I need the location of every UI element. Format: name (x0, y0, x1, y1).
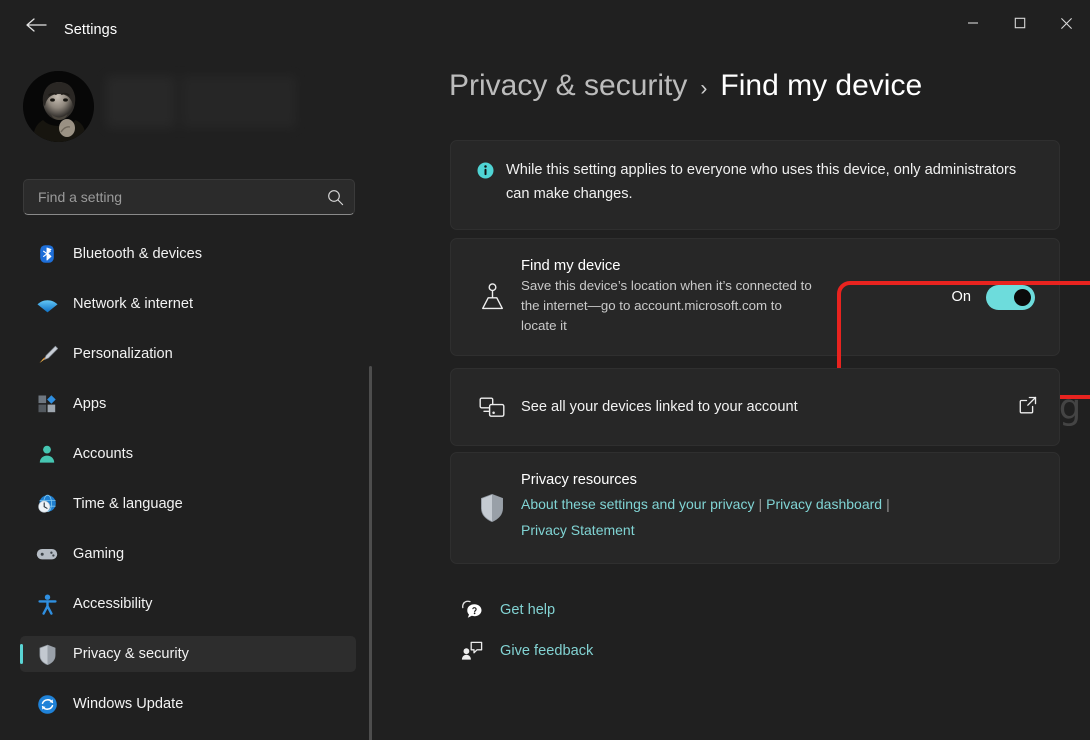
linked-devices-label: See all your devices linked to your acco… (521, 399, 798, 415)
sidebar-item-label: Accessibility (73, 596, 153, 612)
bluetooth-icon (30, 244, 64, 264)
find-my-device-card[interactable]: Find my device Save this device’s locati… (450, 238, 1060, 356)
privacy-link-dashboard[interactable]: Privacy dashboard (766, 496, 882, 512)
user-avatar-image (23, 71, 94, 142)
gamepad-icon (30, 546, 64, 562)
external-link-icon[interactable] (1019, 396, 1037, 419)
find-my-device-toggle[interactable] (986, 284, 1035, 310)
linked-devices-card[interactable]: See all your devices linked to your acco… (450, 368, 1060, 446)
shield-icon (30, 644, 64, 665)
sidebar-item-label: Windows Update (73, 696, 184, 712)
sidebar-item-label: Time & language (73, 496, 183, 512)
account-name-redacted (106, 76, 296, 128)
info-icon (477, 159, 499, 206)
sidebar-item-label: Apps (73, 396, 107, 412)
minimize-icon (967, 22, 978, 24)
find-my-device-description: Save this device’s location when it’s co… (521, 277, 812, 334)
find-my-device-title: Find my device (521, 257, 621, 274)
search-input-wrapper[interactable] (23, 179, 355, 215)
get-help-link[interactable]: Get help (450, 600, 555, 620)
sidebar-nav: Bluetooth & devices Network & internet P… (0, 236, 378, 740)
sidebar-item-accessibility[interactable]: Accessibility (20, 586, 356, 622)
breadcrumb: Privacy & security › Find my device (449, 69, 922, 103)
maximize-button[interactable] (996, 0, 1043, 46)
sidebar-scrollbar[interactable] (369, 366, 372, 740)
window-title: Settings (64, 22, 118, 38)
breadcrumb-parent-link[interactable]: Privacy & security (449, 69, 687, 103)
sidebar-item-label: Bluetooth & devices (73, 246, 202, 262)
breadcrumb-separator-icon: › (700, 77, 708, 100)
apps-icon (30, 394, 64, 414)
sidebar-item-label: Accounts (73, 446, 134, 462)
privacy-resources-texts: Privacy resources About these settings a… (515, 472, 1039, 544)
feedback-icon (450, 641, 494, 661)
devices-icon (469, 395, 515, 419)
toggle-knob (1014, 288, 1031, 306)
find-my-device-texts: Find my device Save this device’s locati… (515, 258, 952, 337)
sidebar-item-network-internet[interactable]: Network & internet (20, 286, 356, 322)
minimize-button[interactable] (949, 0, 996, 46)
shield-icon (469, 493, 515, 523)
sidebar-item-personalization[interactable]: Personalization (20, 336, 356, 372)
sidebar-item-label: Network & internet (73, 296, 194, 312)
sidebar-item-label: Gaming (73, 546, 125, 562)
paintbrush-icon (30, 344, 64, 365)
search-input[interactable] (24, 189, 316, 205)
privacy-resources-card: Privacy resources About these settings a… (450, 452, 1060, 564)
give-feedback-label: Give feedback (500, 643, 594, 659)
help-icon (450, 600, 494, 620)
main-content: Privacy & security › Find my device Whil… (378, 48, 1090, 740)
sidebar: Bluetooth & devices Network & internet (0, 48, 378, 740)
accessibility-icon (30, 594, 64, 615)
privacy-link-statement[interactable]: Privacy Statement (521, 522, 635, 538)
link-separator: | (758, 496, 763, 513)
privacy-resources-links: About these settings and your privacy | Pr… (521, 492, 1039, 544)
sidebar-item-accounts[interactable]: Accounts (20, 436, 356, 472)
sidebar-item-apps[interactable]: Apps (20, 386, 356, 422)
admin-info-banner: While this setting applies to everyone w… (450, 140, 1060, 230)
close-button[interactable] (1043, 0, 1090, 46)
link-separator: | (886, 496, 890, 513)
selection-indicator (20, 644, 23, 664)
update-icon (30, 694, 64, 715)
close-icon (1061, 17, 1072, 29)
back-arrow-icon (25, 18, 47, 32)
privacy-link-about-settings[interactable]: About these settings and your privacy (521, 496, 754, 512)
sidebar-item-label: Personalization (73, 346, 173, 362)
page-title: Find my device (720, 69, 923, 102)
get-help-label: Get help (500, 602, 556, 618)
give-feedback-link[interactable]: Give feedback (450, 641, 593, 661)
person-icon (30, 444, 64, 464)
maximize-icon (1014, 17, 1025, 29)
settings-window: Settings Find a setting Bluetooth & devi… (0, 0, 1090, 740)
sidebar-item-gaming[interactable]: Gaming (20, 536, 356, 572)
sidebar-item-label: Privacy & security (73, 646, 189, 662)
sidebar-item-privacy-security[interactable]: Privacy & security (20, 636, 356, 672)
window-controls (949, 0, 1090, 46)
wifi-icon (30, 296, 64, 313)
find-my-device-control: On (951, 284, 1041, 310)
privacy-resources-title: Privacy resources (521, 472, 637, 489)
magnifier-icon (327, 189, 343, 205)
avatar[interactable] (23, 71, 94, 142)
sidebar-item-windows-update[interactable]: Windows Update (20, 686, 356, 722)
sidebar-item-bluetooth-devices[interactable]: Bluetooth & devices (20, 236, 356, 272)
search-icon[interactable] (316, 189, 354, 206)
location-person-icon (469, 282, 515, 312)
admin-info-text: While this setting applies to everyone w… (506, 162, 1017, 202)
clock-globe-icon (30, 494, 64, 514)
sidebar-item-time-language[interactable]: Time & language (20, 486, 356, 522)
title-bar: Settings (0, 0, 1090, 48)
toggle-state-label: On (951, 289, 971, 305)
back-button[interactable] (18, 14, 54, 36)
